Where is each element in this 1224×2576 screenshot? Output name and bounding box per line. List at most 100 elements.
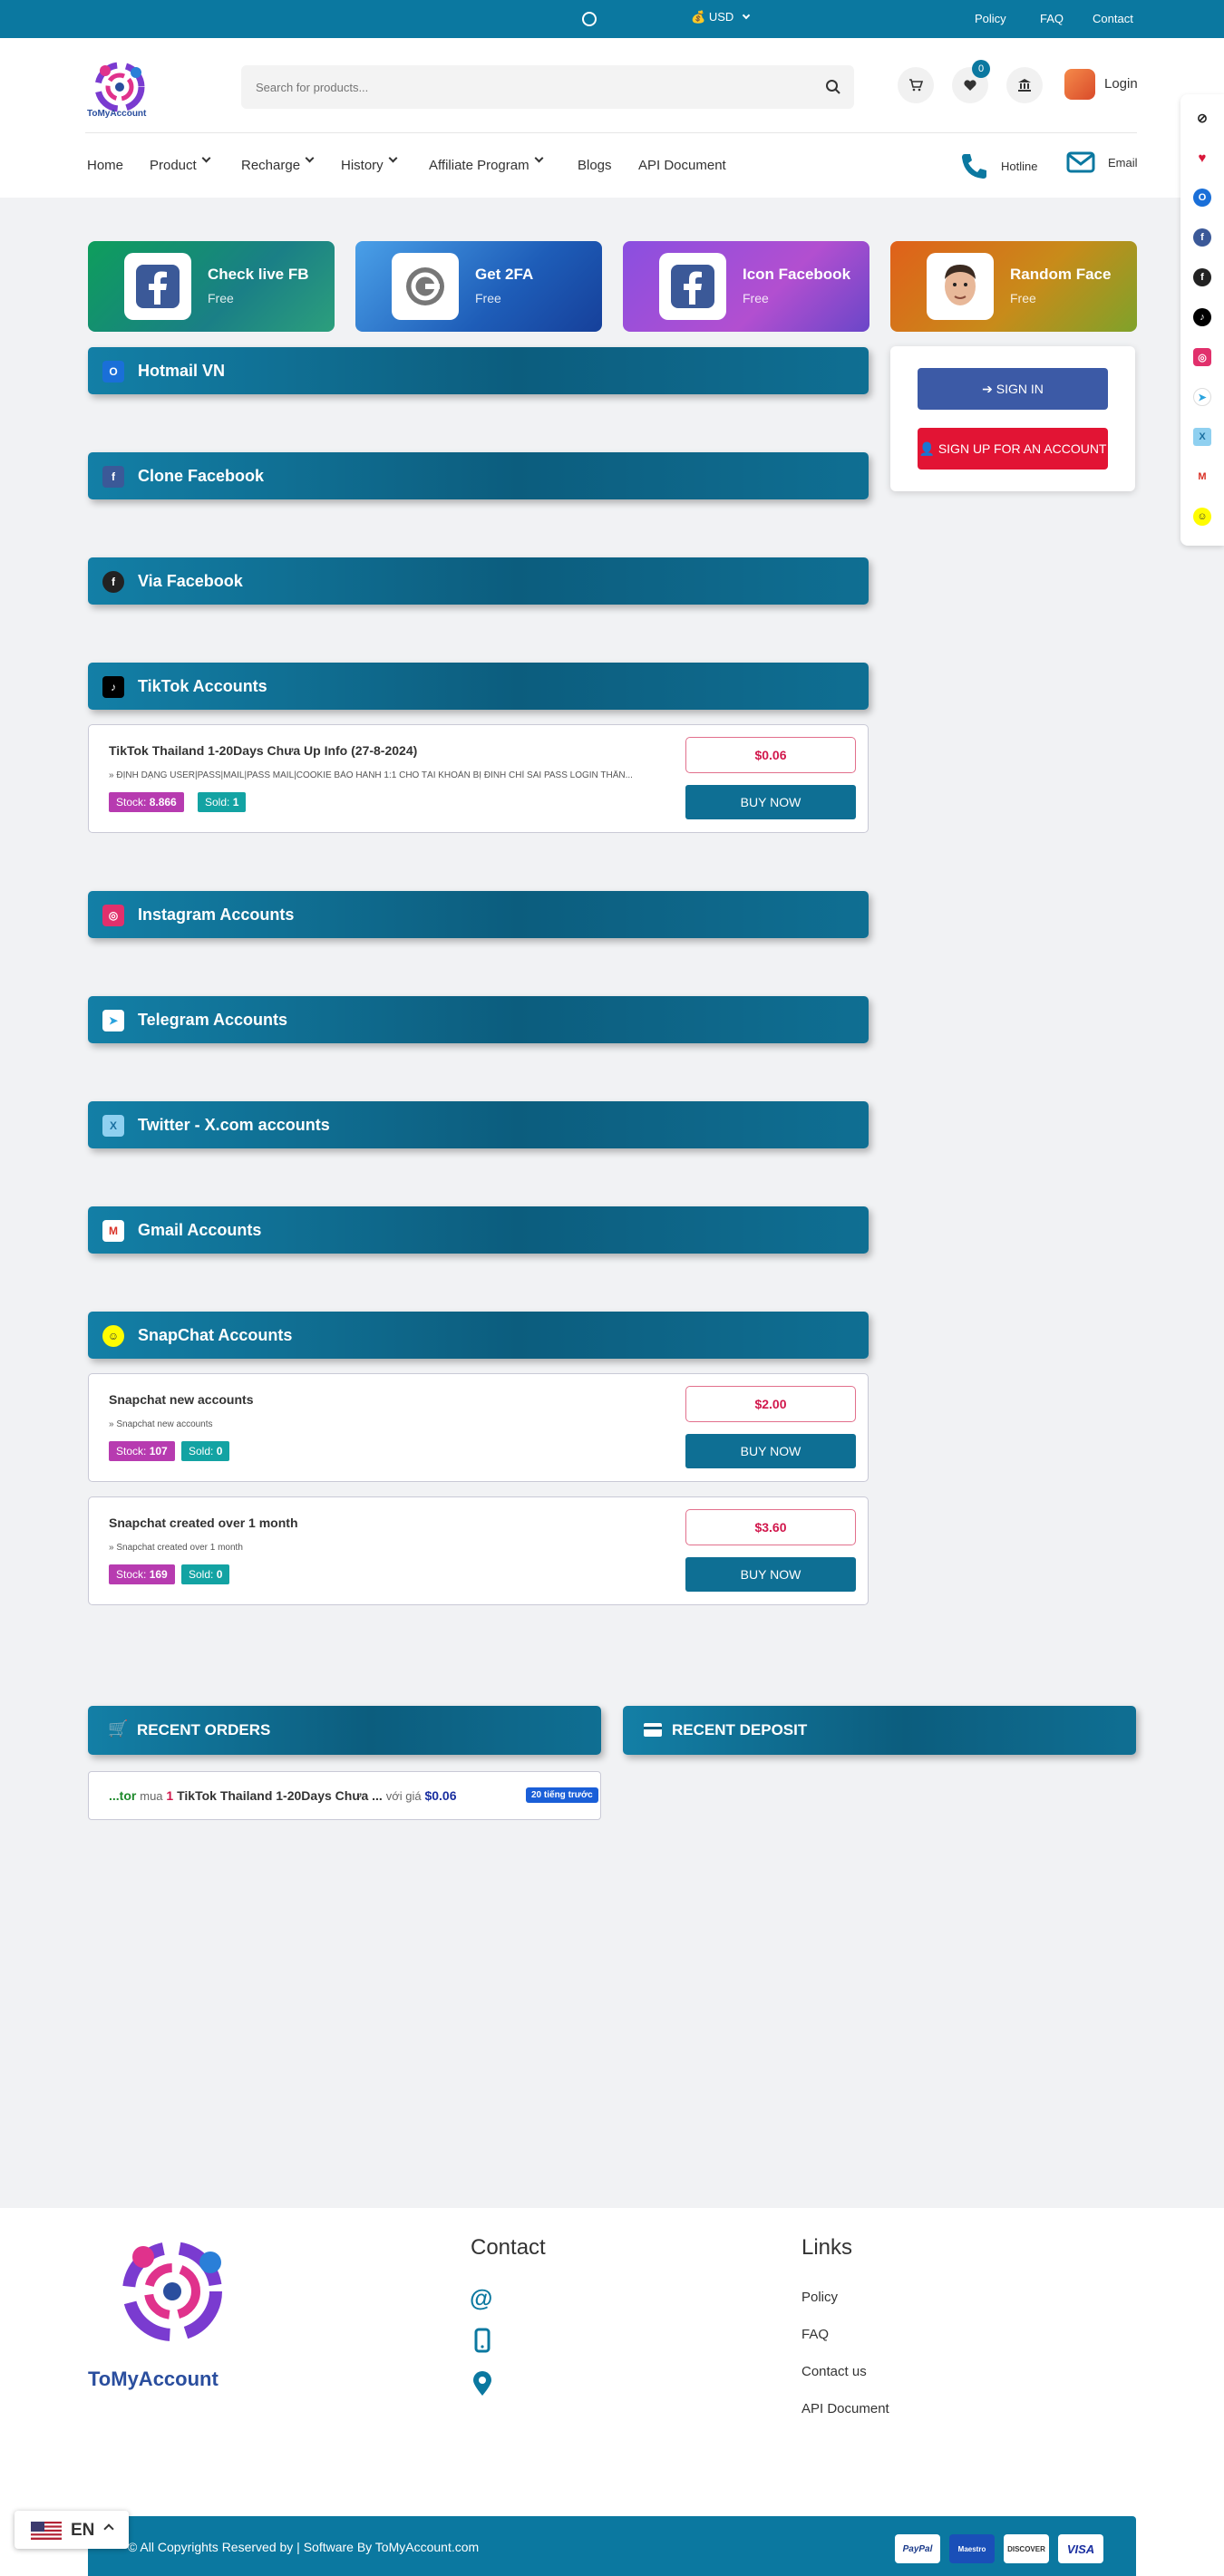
sold-label: Sold:: [189, 1568, 214, 1581]
facebook-icon: f: [102, 466, 124, 488]
category-hotmail-vn[interactable]: O Hotmail VN: [88, 347, 869, 394]
nav-history-label: History: [341, 158, 384, 173]
sign-up-label: SIGN UP FOR AN ACCOUNT: [937, 441, 1107, 456]
topbar-link-faq[interactable]: FAQ: [1040, 12, 1064, 25]
product-name[interactable]: TikTok Thailand 1-20Days Chưa Up Info (2…: [109, 743, 417, 758]
footer-link-faq[interactable]: FAQ: [801, 2327, 829, 2342]
sign-in-icon: ➔: [982, 382, 993, 396]
category-twitter[interactable]: X Twitter - X.com accounts: [88, 1101, 869, 1148]
wishlist-count-badge: 0: [972, 60, 990, 78]
product-name[interactable]: Snapchat created over 1 month: [109, 1516, 298, 1530]
sign-up-button[interactable]: 👤 SIGN UP FOR AN ACCOUNT: [918, 428, 1108, 470]
footer-link-policy[interactable]: Policy: [801, 2290, 838, 2305]
sold-label: Sold:: [205, 796, 230, 809]
heart-icon[interactable]: ♥: [1193, 149, 1211, 167]
facebook-icon: [124, 253, 191, 320]
product-card: Snapchat created over 1 month » Snapchat…: [88, 1496, 869, 1605]
user-avatar[interactable]: [1064, 69, 1095, 100]
twitter-icon[interactable]: X: [1193, 428, 1211, 446]
tiktok-icon[interactable]: ♪: [1193, 308, 1211, 326]
category-tiktok[interactable]: ♪ TikTok Accounts: [88, 663, 869, 710]
visa-icon: VISA: [1058, 2534, 1103, 2563]
category-instagram[interactable]: ◎ Instagram Accounts: [88, 891, 869, 938]
outlook-icon[interactable]: O: [1193, 189, 1211, 207]
nav-product[interactable]: Product: [150, 153, 211, 173]
money-bag-icon: 💰: [691, 10, 706, 24]
category-title: Twitter - X.com accounts: [138, 1116, 330, 1134]
product-description: » Snapchat new accounts: [109, 1419, 213, 1429]
snapchat-icon[interactable]: ☺: [1193, 508, 1211, 526]
order-user: ...tor: [109, 1788, 137, 1803]
footer-logo-icon: [122, 2242, 222, 2341]
nav-history[interactable]: History: [341, 153, 398, 173]
mobile-phone-icon[interactable]: [470, 2328, 495, 2353]
facebook-icon[interactable]: f: [1193, 228, 1211, 247]
snapchat-icon: ☺: [102, 1325, 124, 1347]
category-via-facebook[interactable]: f Via Facebook: [88, 557, 869, 605]
product-card: Snapchat new accounts » Snapchat new acc…: [88, 1373, 869, 1482]
tool-title: Icon Facebook: [743, 266, 851, 283]
footer-bottom-bar: © All Copyrights Reserved by | Software …: [88, 2516, 1136, 2576]
nav-recharge[interactable]: Recharge: [241, 153, 315, 173]
side-social-bar: ⊘ ♥ O f f ♪ ◎ ➤ X M ☺: [1180, 94, 1224, 546]
footer-link-contact-us[interactable]: Contact us: [801, 2364, 867, 2379]
eye-slash-icon[interactable]: ⊘: [1193, 109, 1211, 127]
order-price: $0.06: [424, 1788, 457, 1803]
sold-value: 0: [216, 1445, 223, 1457]
nav-affiliate[interactable]: Affiliate Program: [429, 153, 544, 173]
email-label: Email: [1108, 155, 1138, 169]
sign-in-button[interactable]: ➔ SIGN IN: [918, 368, 1108, 410]
category-telegram[interactable]: ➤ Telegram Accounts: [88, 996, 869, 1043]
hotline-link[interactable]: Hotline: [959, 150, 1037, 181]
tool-tile-check-live-fb[interactable]: Check live FB Free: [88, 241, 335, 332]
language-switcher[interactable]: EN: [15, 2511, 129, 2549]
currency-select[interactable]: 💰 USD: [691, 10, 751, 24]
tool-subtitle: Free: [475, 291, 501, 305]
map-pin-icon[interactable]: [470, 2371, 495, 2397]
bank-icon[interactable]: [1006, 67, 1043, 103]
topbar-link-policy[interactable]: Policy: [975, 12, 1006, 25]
tool-tile-random-face[interactable]: Random Face Free: [890, 241, 1137, 332]
category-title: SnapChat Accounts: [138, 1326, 293, 1344]
category-snapchat[interactable]: ☺ SnapChat Accounts: [88, 1312, 869, 1359]
buy-now-button[interactable]: BUY NOW: [685, 785, 856, 819]
footer: ToMyAccount Contact @ Links Policy FAQ C…: [0, 2208, 1224, 2576]
category-gmail[interactable]: M Gmail Accounts: [88, 1206, 869, 1254]
tool-tile-get-2fa[interactable]: Get 2FA Free: [355, 241, 602, 332]
facebook-icon[interactable]: f: [1193, 268, 1211, 286]
stock-value: 8.866: [149, 796, 177, 809]
buy-now-button[interactable]: BUY NOW: [685, 1557, 856, 1592]
paypal-icon: PayPal: [895, 2534, 940, 2563]
nav-product-label: Product: [150, 158, 197, 173]
product-description-text: Snapchat created over 1 month: [116, 1543, 243, 1553]
stock-label: Stock:: [116, 796, 147, 809]
login-link[interactable]: Login: [1104, 76, 1138, 92]
at-sign-icon[interactable]: @: [470, 2284, 495, 2311]
telegram-icon[interactable]: ➤: [1193, 388, 1211, 406]
product-name[interactable]: Snapchat new accounts: [109, 1392, 253, 1407]
category-clone-facebook[interactable]: f Clone Facebook: [88, 452, 869, 499]
globe-icon[interactable]: [582, 12, 597, 26]
footer-links-title: Links: [801, 2235, 853, 2260]
gmail-icon[interactable]: M: [1193, 468, 1211, 486]
email-link[interactable]: Email: [1066, 150, 1138, 174]
order-time-badge: 20 tiếng trước: [526, 1787, 598, 1803]
nav-home[interactable]: Home: [87, 158, 123, 173]
tiktok-icon: ♪: [102, 676, 124, 698]
outlook-icon: O: [102, 361, 124, 383]
buy-now-button[interactable]: BUY NOW: [685, 1434, 856, 1468]
search-input[interactable]: [256, 65, 800, 109]
topbar-link-contact[interactable]: Contact: [1093, 12, 1133, 25]
stock-badge: Stock: 8.866: [109, 792, 184, 812]
search-bar: [241, 65, 854, 109]
nav-blogs[interactable]: Blogs: [578, 158, 612, 173]
sold-label: Sold:: [189, 1445, 214, 1457]
nav-api-document[interactable]: API Document: [638, 158, 726, 173]
tool-tile-icon-facebook[interactable]: Icon Facebook Free: [623, 241, 869, 332]
instagram-icon[interactable]: ◎: [1193, 348, 1211, 366]
chevron-down-icon: [305, 153, 315, 163]
search-icon[interactable]: [825, 79, 841, 95]
cart-icon[interactable]: [898, 67, 934, 103]
order-verb: mua: [140, 1789, 163, 1803]
footer-link-api-document[interactable]: API Document: [801, 2401, 889, 2416]
